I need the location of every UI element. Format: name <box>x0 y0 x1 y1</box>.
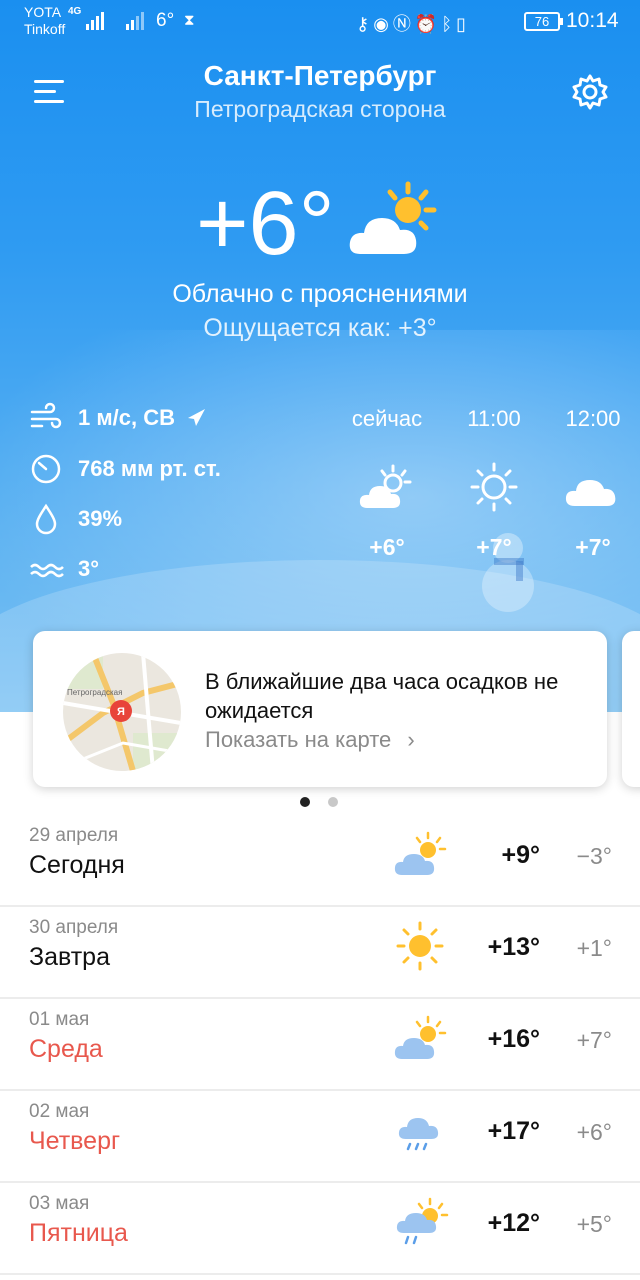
forecast-high: +13° <box>487 933 540 961</box>
droplet-icon <box>35 503 57 535</box>
forecast-date: 30 апреля <box>29 917 119 938</box>
precipitation-card[interactable]: Петроградская Я В ближайшие два часа оса… <box>33 631 607 787</box>
partly-cloudy-icon <box>359 464 412 508</box>
forecast-day-row[interactable]: 01 мая Среда +16° +7° <box>0 999 640 1091</box>
status-temperature: 6° <box>156 10 175 31</box>
next-card-peek[interactable] <box>622 631 640 787</box>
district-name[interactable]: Петроградская сторона <box>120 96 520 123</box>
hour-temperature: +7° <box>476 534 512 560</box>
carousel-pagination <box>300 797 338 807</box>
forecast-day-name: Пятница <box>29 1219 128 1247</box>
pressure-detail: 768 мм рт. ст. <box>28 451 221 487</box>
feels-like-text: Ощущается как: +3° <box>203 314 437 342</box>
waves-icon <box>30 563 64 578</box>
carrier-1: YOTA <box>24 4 62 20</box>
show-on-map-link[interactable]: Показать на карте › <box>205 727 415 753</box>
forecast-high: +12° <box>487 1209 540 1237</box>
hourly-item[interactable]: сейчас +6° <box>342 406 432 561</box>
precipitation-text: В ближайшие два часа осадков не ожидаетс… <box>205 669 559 723</box>
gauge-icon <box>31 454 61 484</box>
condition-text: Облачно с прояснениями <box>172 280 468 308</box>
map-thumbnail[interactable]: Петроградская Я <box>63 653 181 771</box>
forecast-date: 02 мая <box>29 1101 90 1122</box>
menu-button[interactable] <box>34 80 66 106</box>
forecast-date: 01 мая <box>29 1009 90 1030</box>
status-bar: YOTA Tinkoff 4G 6° ⧗ ⚷◉Ⓝ⏰ᛒ▯ 76 10:14 <box>0 0 640 44</box>
humidity-value: 39% <box>78 506 123 531</box>
hourly-item[interactable]: 11:00 +7° <box>449 406 539 561</box>
partly-cloudy-icon <box>394 1015 447 1059</box>
forecast-day-row[interactable]: 02 мая Четверг +17° +6° <box>0 1091 640 1183</box>
forecast-high: +17° <box>487 1117 540 1145</box>
forecast-high: +9° <box>501 841 540 869</box>
cloud-icon <box>565 480 616 506</box>
location-pin-label: Я <box>117 706 125 718</box>
partly-cloudy-rain-icon <box>396 1197 449 1245</box>
forecast-low: +6° <box>576 1119 612 1145</box>
hourglass-icon: ⧗ <box>184 12 195 29</box>
map-thumbnail-image: Петроградская Я <box>63 653 181 771</box>
eye-icon: ◉ <box>373 14 393 34</box>
network-type: 4G <box>68 6 82 17</box>
gear-icon[interactable] <box>570 72 610 112</box>
forecast-low: +7° <box>576 1027 612 1053</box>
battery-level: 76 <box>534 14 550 29</box>
forecast-day-name: Четверг <box>29 1127 121 1155</box>
key-icon: ⚷ <box>356 14 374 34</box>
partly-cloudy-icon <box>349 181 437 254</box>
cloud-rain-icon <box>398 1118 439 1151</box>
water-temperature-detail: 3° <box>28 551 99 587</box>
sun-icon <box>396 921 444 971</box>
hour-label: 11:00 <box>467 406 521 431</box>
humidity-detail: 39% <box>28 501 122 537</box>
chevron-right-icon: › <box>407 727 415 752</box>
hour-temperature: +7° <box>575 534 611 560</box>
forecast-date: 29 апреля <box>29 825 119 846</box>
vibrate-icon: ▯ <box>456 14 471 34</box>
forecast-low: +5° <box>576 1211 612 1237</box>
bluetooth-icon: ᛒ <box>441 14 457 34</box>
wind-value: 1 м/с, СВ <box>78 405 175 430</box>
forecast-day-name: Среда <box>29 1035 103 1063</box>
forecast-low: −3° <box>576 843 612 869</box>
city-name[interactable]: Санкт-Петербург <box>120 60 520 92</box>
alarm-icon: ⏰ <box>414 14 442 34</box>
forecast-day-row[interactable]: 29 апреля Сегодня +9° −3° <box>0 815 640 907</box>
hourly-item[interactable]: 12:00 +7° <box>548 406 638 561</box>
carrier-2: Tinkoff <box>24 21 66 37</box>
hour-temperature: +6° <box>369 534 405 560</box>
wind-icon <box>30 402 62 429</box>
page-dot-active[interactable] <box>300 797 310 807</box>
forecast-date: 03 мая <box>29 1193 90 1214</box>
weather-hero: YOTA Tinkoff 4G 6° ⧗ ⚷◉Ⓝ⏰ᛒ▯ 76 10:14 Сан… <box>0 0 640 712</box>
carrier-names: YOTA Tinkoff <box>24 4 65 38</box>
battery-icon: 76 <box>524 12 563 31</box>
water-temperature-value: 3° <box>78 556 100 581</box>
forecast-low: +1° <box>576 935 612 961</box>
forecast-day-name: Завтра <box>29 943 110 971</box>
sun-icon <box>470 462 518 512</box>
signal-icon <box>86 12 104 30</box>
map-label: Петроградская <box>67 688 122 697</box>
nfc-icon: Ⓝ <box>392 14 415 34</box>
hour-label: сейчас <box>351 406 423 431</box>
current-temperature: +6° <box>196 174 335 274</box>
status-time: 10:14 <box>566 9 619 32</box>
status-icons: ⚷◉Ⓝ⏰ᛒ▯ <box>356 10 470 36</box>
forecast-day-name: Сегодня <box>29 851 125 879</box>
pressure-value: 768 мм рт. ст. <box>78 456 221 481</box>
wind-direction-arrow-icon <box>187 409 205 426</box>
signal-2-icon <box>126 12 144 30</box>
page-dot[interactable] <box>328 797 338 807</box>
forecast-day-row[interactable]: 30 апреля Завтра +13° +1° <box>0 907 640 999</box>
partly-cloudy-icon <box>394 831 447 875</box>
wind-detail: 1 м/с, СВ <box>28 400 207 436</box>
forecast-day-row[interactable]: 03 мая Пятница +12° +5° <box>0 1183 640 1275</box>
hour-label: 12:00 <box>565 406 621 431</box>
show-on-map-label: Показать на карте <box>205 727 392 752</box>
forecast-high: +16° <box>487 1025 540 1053</box>
